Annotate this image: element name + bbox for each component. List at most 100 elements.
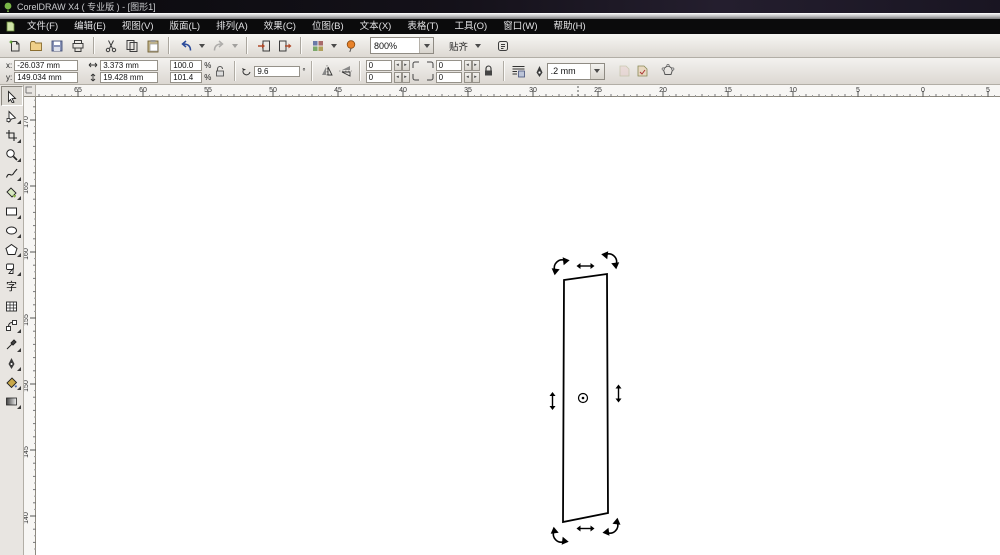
scale-x-field[interactable]: 100.0 xyxy=(170,60,202,71)
zoom-level-combo[interactable]: 800% xyxy=(370,37,434,54)
drawing-canvas[interactable] xyxy=(36,97,1000,555)
redo-button[interactable] xyxy=(209,36,228,55)
lock-ratio-button[interactable] xyxy=(211,62,229,80)
corner-bl-stepper[interactable]: ◂▸ xyxy=(394,72,410,83)
rotate-handle-tl[interactable] xyxy=(552,257,570,275)
save-button[interactable] xyxy=(47,36,66,55)
undo-button[interactable] xyxy=(176,36,195,55)
application-launcher-button[interactable] xyxy=(308,36,327,55)
skew-handle-right[interactable] xyxy=(616,385,622,403)
crop-tool[interactable] xyxy=(2,126,22,144)
scale-y-field[interactable]: 101.4 xyxy=(170,72,202,83)
skew-handle-bottom[interactable] xyxy=(577,526,595,532)
y-position-field[interactable]: 149.034 mm xyxy=(14,72,78,83)
menu-item-10[interactable]: 窗口(W) xyxy=(495,19,545,34)
zoom-tool[interactable] xyxy=(2,145,22,163)
flyout-icon xyxy=(17,196,21,200)
skew-handle-left[interactable] xyxy=(550,392,556,410)
symmetry-button-2[interactable] xyxy=(633,62,651,80)
menu-item-9[interactable]: 工具(O) xyxy=(446,19,495,34)
shape-edit-tool[interactable] xyxy=(2,107,22,125)
menu-item-5[interactable]: 效果(C) xyxy=(256,19,304,34)
rotate-handle-tr[interactable] xyxy=(601,251,619,269)
mirror-vertical-button[interactable] xyxy=(336,62,354,80)
cut-button[interactable] xyxy=(101,36,120,55)
menu-item-11[interactable]: 帮助(H) xyxy=(545,19,593,34)
redo-dropdown-icon[interactable] xyxy=(232,44,238,48)
undo-dropdown-icon[interactable] xyxy=(199,44,205,48)
snap-to-button[interactable]: 贴齐 xyxy=(446,39,471,53)
corner-tl-stepper[interactable]: ◂▸ xyxy=(394,60,410,71)
snap-dropdown-icon[interactable] xyxy=(475,44,481,48)
corner-radius-tl-field[interactable]: 0 xyxy=(366,60,392,71)
x-position-field[interactable]: -26.037 mm xyxy=(14,60,78,71)
blend-tool[interactable] xyxy=(2,316,22,334)
welcome-screen-button[interactable] xyxy=(341,36,360,55)
rotation-angle-field[interactable]: 9.6 xyxy=(254,66,300,77)
text-tool[interactable]: 字 xyxy=(2,278,22,296)
rotate-handle-bl[interactable] xyxy=(551,527,569,545)
menu-item-0[interactable]: 文件(F) xyxy=(19,19,66,34)
corner-br-stepper[interactable]: ◂▸ xyxy=(464,72,480,83)
flyout-icon xyxy=(17,234,21,238)
smart-fill-tool[interactable] xyxy=(2,183,22,201)
menu-item-7[interactable]: 文本(X) xyxy=(352,19,400,34)
corner-radius-bl-field[interactable]: 0 xyxy=(366,72,392,83)
wrap-paragraph-text-button[interactable] xyxy=(510,62,528,80)
menu-item-2[interactable]: 视图(V) xyxy=(114,19,162,34)
svg-text:45: 45 xyxy=(334,87,342,94)
interactive-fill-tool[interactable] xyxy=(2,392,22,410)
corner-tr-stepper[interactable]: ◂▸ xyxy=(464,60,480,71)
basic-shapes-tool[interactable] xyxy=(2,259,22,277)
ruler-origin-corner[interactable] xyxy=(24,85,36,97)
print-button[interactable] xyxy=(68,36,87,55)
object-height-field[interactable]: 19.428 mm xyxy=(100,72,158,83)
freehand-tool[interactable] xyxy=(2,164,22,182)
property-bar: x: -26.037 mm y: 149.034 mm 3.373 mm 19.… xyxy=(0,58,1000,85)
new-document-button[interactable] xyxy=(5,36,24,55)
selected-shape[interactable] xyxy=(563,274,608,522)
export-button[interactable] xyxy=(275,36,294,55)
coreldraw-window: CorelDRAW X4 ( 专业版 ) - [图形1] 文件(F)编辑(E)视… xyxy=(0,0,1000,555)
svg-text:150: 150 xyxy=(24,380,30,392)
svg-text:40: 40 xyxy=(399,87,407,94)
fill-tool[interactable] xyxy=(2,373,22,391)
rotation-center-marker[interactable] xyxy=(579,394,588,403)
eyedropper-tool[interactable] xyxy=(2,335,22,353)
pick-tool[interactable] xyxy=(1,86,23,106)
import-button[interactable] xyxy=(254,36,273,55)
convert-to-curves-button[interactable] xyxy=(659,62,677,80)
outline-pen-tool[interactable] xyxy=(2,354,22,372)
outline-width-combo[interactable]: .2 mm xyxy=(547,63,605,80)
ellipse-tool[interactable] xyxy=(2,221,22,239)
lock-corners-button[interactable] xyxy=(480,62,498,80)
launcher-dropdown-icon[interactable] xyxy=(331,44,337,48)
menu-item-4[interactable]: 排列(A) xyxy=(208,19,256,34)
svg-text:5: 5 xyxy=(856,87,860,94)
menu-item-6[interactable]: 位图(B) xyxy=(304,19,352,34)
rotation-icon xyxy=(241,66,252,77)
skew-handle-top[interactable] xyxy=(577,263,595,269)
selected-shape-layer[interactable] xyxy=(36,97,1000,555)
rectangle-tool[interactable] xyxy=(2,202,22,220)
svg-text:170: 170 xyxy=(24,116,30,128)
object-width-field[interactable]: 3.373 mm xyxy=(100,60,158,71)
copy-button[interactable] xyxy=(122,36,141,55)
options-button[interactable] xyxy=(493,36,512,55)
menu-item-8[interactable]: 表格(T) xyxy=(399,19,446,34)
mirror-horizontal-button[interactable] xyxy=(318,62,336,80)
titlebar: CorelDRAW X4 ( 专业版 ) - [图形1] xyxy=(0,0,1000,13)
rotate-handle-br[interactable] xyxy=(602,518,620,536)
pick-tool-icon xyxy=(5,90,18,103)
table-tool[interactable] xyxy=(2,297,22,315)
corner-radius-br-field[interactable]: 0 xyxy=(436,72,462,83)
corner-radius-tr-field[interactable]: 0 xyxy=(436,60,462,71)
symmetry-button-1[interactable] xyxy=(615,62,633,80)
horizontal-ruler[interactable]: 656055504540353025201510505 xyxy=(36,85,1000,97)
paste-button[interactable] xyxy=(143,36,162,55)
menu-item-1[interactable]: 编辑(E) xyxy=(66,19,114,34)
menu-item-3[interactable]: 版面(L) xyxy=(161,19,208,34)
open-button[interactable] xyxy=(26,36,45,55)
vertical-ruler[interactable]: 170165160155150145140 xyxy=(24,97,36,555)
polygon-tool[interactable] xyxy=(2,240,22,258)
